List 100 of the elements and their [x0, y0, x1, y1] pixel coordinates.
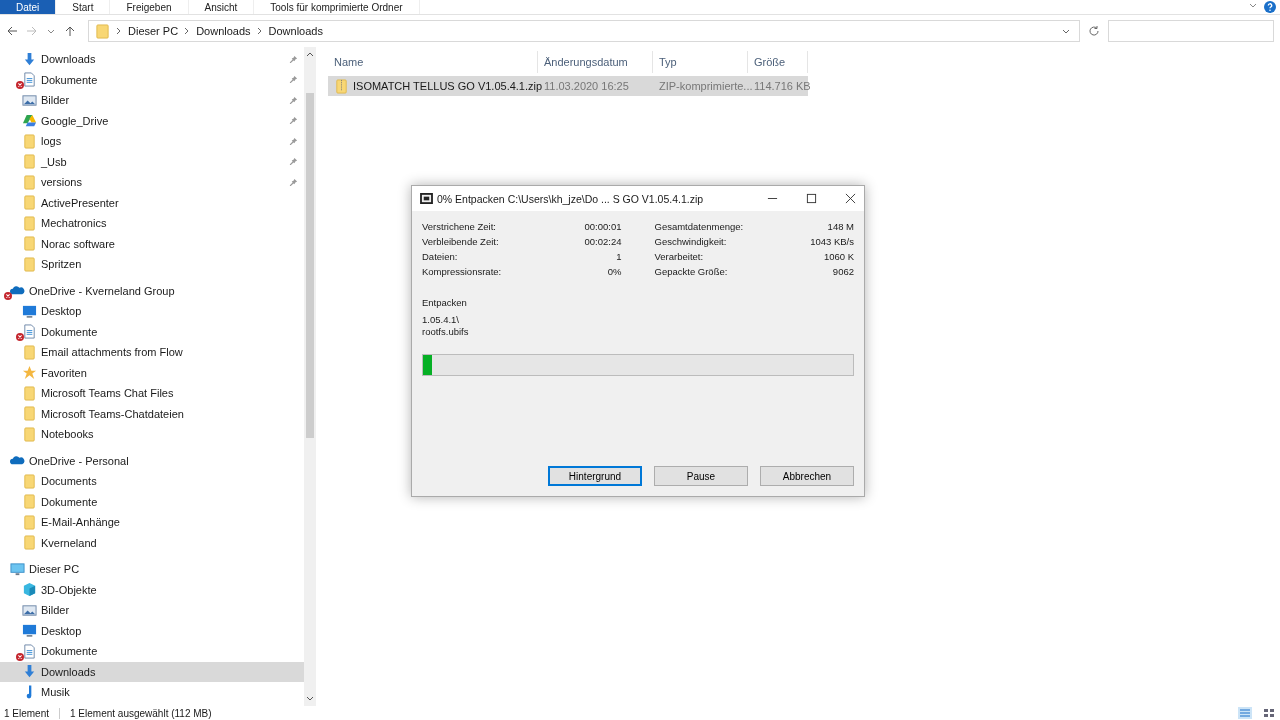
search-field[interactable] [1108, 20, 1274, 42]
selection-info: 1 Element ausgewählt (112 MB) [59, 707, 212, 719]
folder-icon [22, 535, 37, 551]
ribbon-tab[interactable]: Ansicht [188, 0, 255, 14]
navigation-item[interactable]: Kverneland [0, 532, 304, 553]
chevron-right-icon [256, 27, 263, 35]
item-count: 1 Element [4, 707, 50, 719]
folder-icon [22, 154, 37, 170]
navigation-item[interactable]: Dokumente [0, 69, 304, 90]
navigation-item[interactable]: Notebooks [0, 424, 304, 445]
stat-value: 9062 [832, 266, 854, 277]
music-note-icon [26, 685, 32, 700]
operation-label: Entpacken [422, 297, 468, 308]
navigation-item[interactable]: versions [0, 172, 304, 193]
monitor-icon [22, 303, 37, 319]
stat-label: Verarbeitet: [654, 251, 704, 262]
window-title: 0% Entpacken C:\Users\kh_jze\Do ... S GO V1.05.4.1.zip [437, 192, 704, 205]
document-icon [22, 72, 37, 88]
navigation-item[interactable]: _Usb [0, 151, 304, 172]
folder-icon [22, 344, 37, 360]
chevron-right-icon [116, 27, 122, 35]
up-arrow-icon[interactable] [64, 25, 76, 37]
navigation-item[interactable]: logs [0, 131, 304, 152]
column-header[interactable]: Größe [748, 51, 808, 73]
stat-value: 1 [616, 251, 622, 262]
navigation-item[interactable]: E-Mail-Anhänge [0, 512, 304, 533]
navigation-item[interactable]: OneDrive - Kverneland Group [0, 280, 304, 301]
file-name: ISOMATCH TELLUS GO V1.05.4.1.zip [353, 80, 543, 92]
folder-icon [22, 174, 37, 190]
navigation-item[interactable]: Favoriten [0, 362, 304, 383]
navigation-item[interactable]: Dokumente [0, 321, 304, 342]
folder-icon [22, 256, 37, 272]
close-icon[interactable] [845, 193, 856, 204]
navigation-item[interactable]: Bilder [0, 600, 304, 621]
navigation-item[interactable]: 3D-Objekte [0, 579, 304, 600]
document-icon [22, 324, 37, 340]
drive-triangle-icon [22, 113, 37, 129]
navigation-item[interactable]: Mechatronics [0, 213, 304, 234]
stat-value: 148 M [827, 221, 854, 232]
navigation-item[interactable]: Spritzen [0, 254, 304, 275]
stat-label: Gesamtdatenmenge: [654, 221, 744, 232]
stat-label: Verstrichene Zeit: [422, 221, 496, 232]
column-header[interactable]: Typ [653, 51, 748, 73]
navigation-item[interactable]: ActivePresenter [0, 192, 304, 213]
dialog-button[interactable]: Pause [654, 466, 748, 486]
folder-icon [22, 385, 37, 401]
breadcrumb[interactable]: Downloads [196, 25, 251, 37]
archive-app-icon [420, 193, 433, 204]
navigation-item[interactable]: Microsoft Teams-Chatdateien [0, 403, 304, 424]
stat-value: 00:02:24 [584, 236, 622, 247]
stat-value: 1060 K [823, 251, 854, 262]
navigation-item[interactable]: Dokumente [0, 491, 304, 512]
navigation-item[interactable]: Dieser PC [0, 559, 304, 580]
folder-icon [22, 514, 37, 530]
maximize-icon[interactable] [806, 193, 817, 204]
navigation-item[interactable]: Bilder [0, 90, 304, 111]
computer-icon [10, 561, 25, 577]
stat-label: Dateien: [422, 251, 458, 262]
stat-value: 00:00:01 [584, 221, 622, 232]
navigation-item[interactable]: Google_Drive [0, 110, 304, 131]
stat-label: Gepackte Größe: [654, 266, 728, 277]
navigation-item[interactable]: Desktop [0, 620, 304, 641]
picture-icon [22, 92, 37, 108]
navigation-item[interactable]: Email attachments from Flow [0, 342, 304, 363]
navigation-item[interactable]: Documents [0, 471, 304, 492]
ribbon-tab[interactable]: Freigeben [110, 0, 189, 14]
refresh-icon[interactable] [1088, 25, 1100, 37]
address-bar[interactable]: Dieser PC Downloads Downloads [88, 20, 1080, 42]
folder-icon [22, 426, 37, 442]
ribbon-tab[interactable]: Tools für komprimierte Ordner [254, 0, 420, 14]
ribbon-tab[interactable]: Start [56, 0, 111, 14]
folder-icon [22, 215, 37, 231]
stat-label: Verbleibende Zeit: [422, 236, 499, 247]
file-row[interactable]: ISOMATCH TELLUS GO V1.05.4.1.zip 11.03.2020 16:25 ZIP-komprimierte...114.716 KB [328, 76, 808, 96]
breadcrumb[interactable]: Downloads [268, 25, 323, 37]
dialog-button[interactable]: Abbrechen [760, 466, 854, 486]
navigation-item[interactable]: OneDrive - Personal [0, 450, 304, 471]
tiles-view-icon[interactable] [1262, 707, 1276, 719]
breadcrumb[interactable]: Dieser PC [128, 25, 179, 37]
navigation-item[interactable]: Dokumente [0, 641, 304, 662]
stat-value: 0% [607, 266, 622, 277]
folder-icon [22, 133, 37, 149]
navigation-item[interactable]: Microsoft Teams Chat Files [0, 383, 304, 404]
column-header[interactable]: Änderungsdatum [538, 51, 653, 73]
scrollbar[interactable] [304, 47, 316, 706]
navigation-item[interactable]: Musik [0, 682, 304, 703]
chevron-right-icon [184, 27, 191, 35]
ribbon-tab[interactable]: Datei [0, 0, 57, 14]
help-icon[interactable] [1264, 1, 1276, 13]
back-arrow-icon[interactable] [6, 25, 18, 37]
star-icon [22, 365, 37, 381]
column-header[interactable]: Name [328, 51, 538, 73]
navigation-item[interactable]: Desktop [0, 301, 304, 322]
stat-label: Geschwindigkeit: [654, 236, 727, 247]
folder-icon [22, 406, 37, 422]
navigation-item[interactable]: Downloads [0, 661, 304, 682]
navigation-item[interactable]: Downloads [0, 49, 304, 70]
navigation-item[interactable]: Norac software [0, 233, 304, 254]
document-icon [22, 643, 37, 659]
dialog-button[interactable]: Hintergrund [548, 466, 642, 486]
